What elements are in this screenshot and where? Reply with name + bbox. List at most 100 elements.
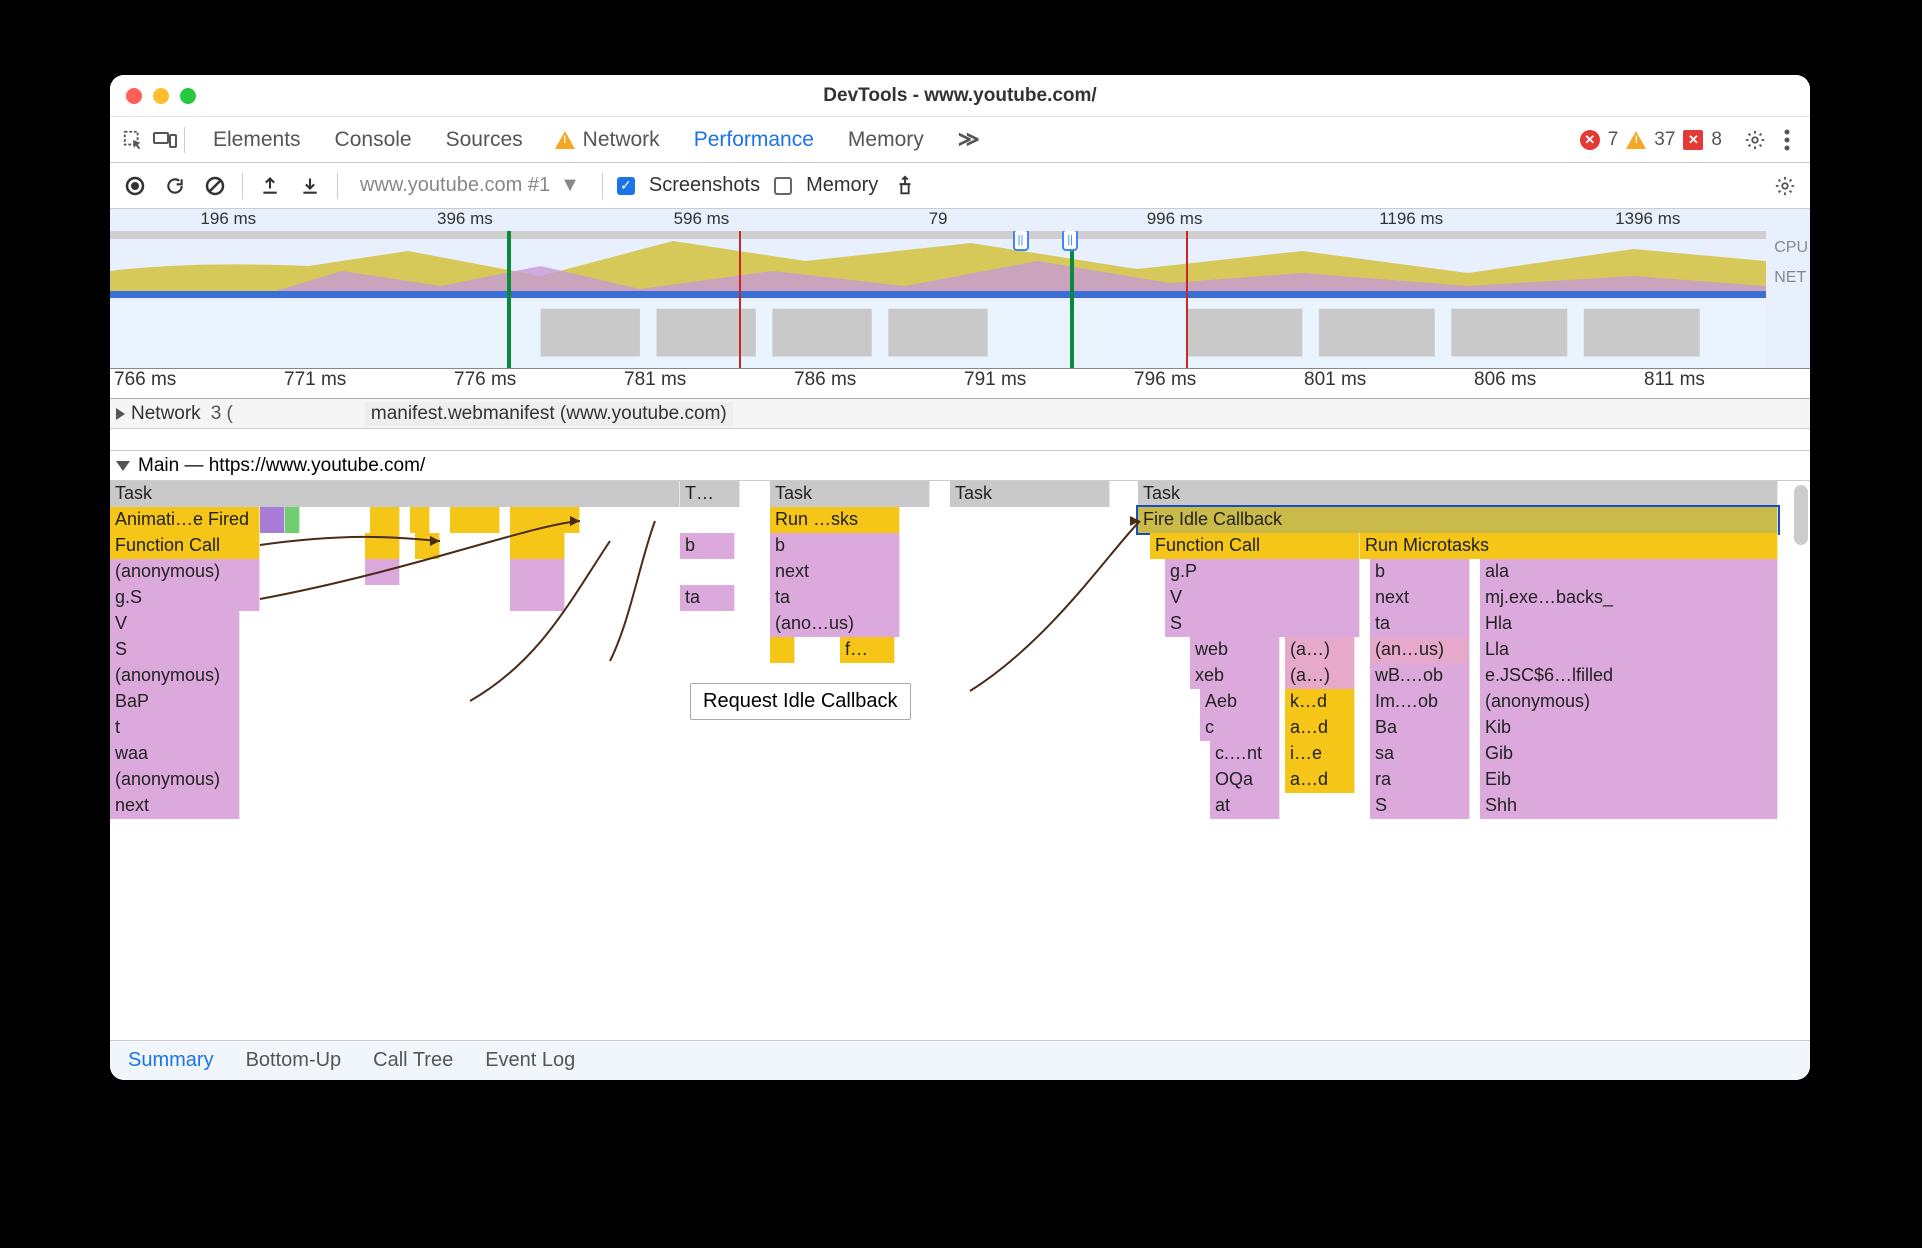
tab-memory[interactable]: Memory — [846, 124, 926, 156]
frame[interactable]: S — [110, 637, 240, 663]
frame[interactable]: Animati…e Fired — [110, 507, 260, 533]
network-row[interactable]: Network 3 ( manifest.webmanifest (www.yo… — [110, 399, 1810, 429]
tab-console[interactable]: Console — [333, 124, 414, 156]
frame[interactable]: next — [770, 559, 900, 585]
frame[interactable]: Eib — [1480, 767, 1778, 793]
frame[interactable]: f… — [840, 637, 895, 663]
expand-icon[interactable] — [116, 408, 125, 420]
frame-fire-idle[interactable]: Fire Idle Callback — [1138, 507, 1778, 533]
gc-icon[interactable] — [892, 173, 918, 199]
frame[interactable]: i…e — [1285, 741, 1355, 767]
frame[interactable]: next — [110, 793, 240, 819]
frame[interactable]: (an…us) — [1370, 637, 1470, 663]
frame[interactable]: e.JSC$6…lfilled — [1480, 663, 1778, 689]
frame[interactable]: (ano…us) — [770, 611, 900, 637]
task-block[interactable]: Task — [1138, 481, 1778, 507]
frame[interactable] — [285, 507, 300, 533]
flame-chart[interactable]: Task T… Task Task Task Animati…e Fired F… — [110, 481, 1810, 1040]
frame[interactable]: Hla — [1480, 611, 1778, 637]
frame[interactable]: g.S — [110, 585, 260, 611]
collapse-icon[interactable] — [116, 461, 130, 471]
frame[interactable]: a…d — [1285, 715, 1355, 741]
frame[interactable]: Run …sks — [770, 507, 900, 533]
frame[interactable]: Shh — [1480, 793, 1778, 819]
status-counters[interactable]: ✕7 !37 ✕8 — [1580, 129, 1722, 151]
frame[interactable]: Kib — [1480, 715, 1778, 741]
frame[interactable]: a…d — [1285, 767, 1355, 793]
task-block[interactable]: Task — [110, 481, 680, 507]
zoom-icon[interactable] — [180, 88, 196, 104]
tab-sources[interactable]: Sources — [444, 124, 525, 156]
frame[interactable]: Gib — [1480, 741, 1778, 767]
tab-network[interactable]: Network — [581, 124, 662, 156]
close-icon[interactable] — [126, 88, 142, 104]
frame[interactable]: Function Call — [110, 533, 260, 559]
tabs-overflow[interactable]: ≫ — [956, 123, 982, 156]
tab-performance[interactable]: Performance — [692, 124, 816, 156]
frame[interactable]: ta — [770, 585, 900, 611]
frame[interactable]: b — [680, 533, 735, 559]
frame[interactable]: k…d — [1285, 689, 1355, 715]
frame[interactable]: c.…nt — [1210, 741, 1280, 767]
minimap[interactable]: || || — [110, 231, 1766, 368]
tab-bottom-up[interactable]: Bottom-Up — [246, 1049, 342, 1072]
range-handle-right[interactable]: || — [1062, 231, 1078, 251]
frame[interactable]: S — [1370, 793, 1470, 819]
frame[interactable]: Aeb — [1200, 689, 1280, 715]
frame[interactable] — [770, 637, 795, 663]
recording-dropdown[interactable]: www.youtube.com #1 ▼ — [352, 172, 588, 199]
main-thread-header[interactable]: Main — https://www.youtube.com/ — [110, 451, 1810, 481]
frame[interactable]: at — [1210, 793, 1280, 819]
frame[interactable]: Ba — [1370, 715, 1470, 741]
memory-checkbox[interactable] — [774, 177, 792, 195]
frame[interactable]: ta — [680, 585, 735, 611]
frame[interactable]: waa — [110, 741, 240, 767]
scrollbar[interactable] — [1794, 485, 1808, 545]
kebab-icon[interactable] — [1774, 127, 1800, 153]
network-item[interactable]: manifest.webmanifest (www.youtube.com) — [365, 402, 733, 426]
gear-icon[interactable] — [1742, 127, 1768, 153]
frame[interactable]: ra — [1370, 767, 1470, 793]
device-icon[interactable] — [152, 127, 178, 153]
frame[interactable]: t — [110, 715, 240, 741]
frame[interactable]: (a…) — [1285, 637, 1355, 663]
frame[interactable]: g.P — [1165, 559, 1360, 585]
frame[interactable] — [260, 507, 285, 533]
inspect-icon[interactable] — [120, 127, 146, 153]
frame[interactable]: b — [770, 533, 900, 559]
tab-elements[interactable]: Elements — [211, 124, 303, 156]
screenshots-checkbox[interactable]: ✓ — [617, 177, 635, 195]
frame[interactable]: wB.…ob — [1370, 663, 1470, 689]
frame[interactable]: c — [1200, 715, 1280, 741]
tab-summary[interactable]: Summary — [128, 1049, 214, 1072]
record-icon[interactable] — [122, 173, 148, 199]
range-handle-left[interactable]: || — [1013, 231, 1029, 251]
frame[interactable]: sa — [1370, 741, 1470, 767]
frame[interactable]: mj.exe…backs_ — [1480, 585, 1778, 611]
frame[interactable]: S — [1165, 611, 1360, 637]
frame[interactable]: V — [110, 611, 240, 637]
frame[interactable]: xeb — [1190, 663, 1280, 689]
frame[interactable]: Lla — [1480, 637, 1778, 663]
frame[interactable]: next — [1370, 585, 1470, 611]
upload-icon[interactable] — [257, 173, 283, 199]
tab-event-log[interactable]: Event Log — [485, 1049, 575, 1072]
panel-gear-icon[interactable] — [1772, 173, 1798, 199]
clear-icon[interactable] — [202, 173, 228, 199]
overview[interactable]: 196 ms396 ms596 ms 79996 ms1196 ms 1396 … — [110, 209, 1810, 369]
download-icon[interactable] — [297, 173, 323, 199]
frame[interactable]: Function Call — [1150, 533, 1360, 559]
frame[interactable]: web — [1190, 637, 1280, 663]
task-block[interactable]: Task — [770, 481, 930, 507]
minimize-icon[interactable] — [153, 88, 169, 104]
frame[interactable]: b — [1370, 559, 1470, 585]
frame[interactable]: (anonymous) — [110, 663, 240, 689]
task-block[interactable]: Task — [950, 481, 1110, 507]
frame[interactable]: BaP — [110, 689, 240, 715]
reload-icon[interactable] — [162, 173, 188, 199]
frame[interactable]: (anonymous) — [110, 767, 240, 793]
frame[interactable]: V — [1165, 585, 1360, 611]
task-block[interactable]: T… — [680, 481, 740, 507]
tab-call-tree[interactable]: Call Tree — [373, 1049, 453, 1072]
frame[interactable]: OQa — [1210, 767, 1280, 793]
